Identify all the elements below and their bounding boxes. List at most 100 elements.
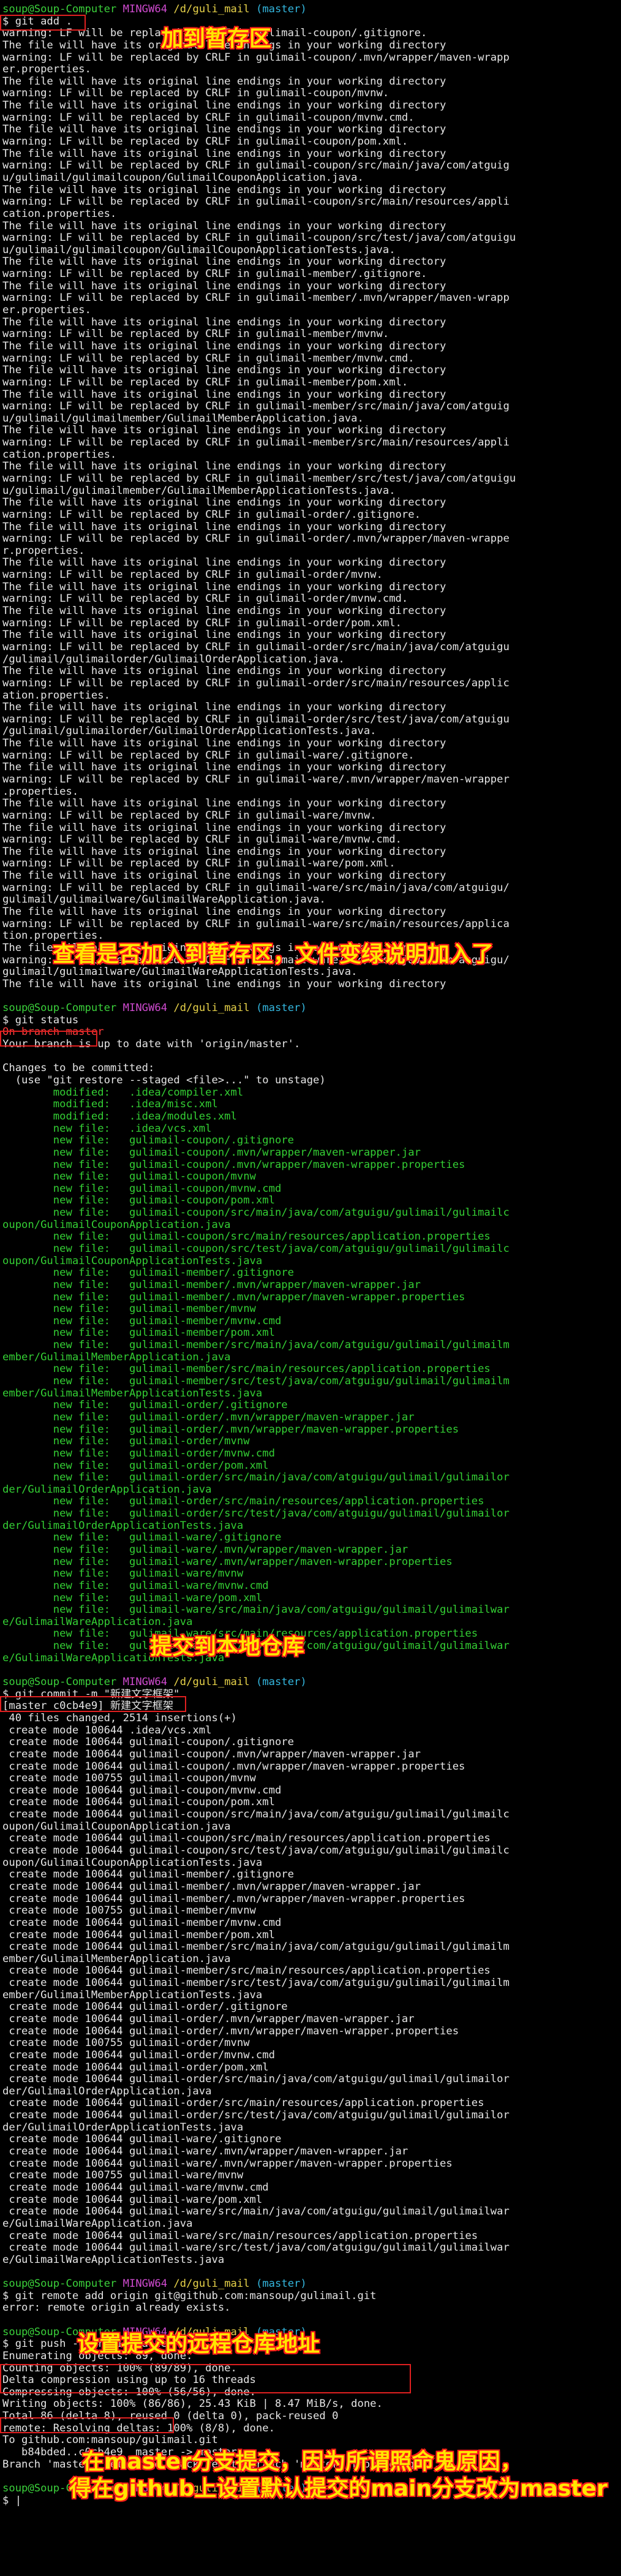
output-line: warning: LF will be replaced by CRLF in … xyxy=(2,196,510,208)
output-line: create mode 100644 gulimail-coupon/pom.x… xyxy=(2,1797,275,1809)
output-line: warning: LF will be replaced by CRLF in … xyxy=(2,774,510,786)
output-line: The file will have its original line end… xyxy=(2,581,446,593)
output-line: error: remote origin already exists. xyxy=(2,2302,231,2314)
output-line: warning: LF will be replaced by CRLF in … xyxy=(2,376,408,388)
output-line: new file: gulimail-order/mvnw.cmd xyxy=(2,1447,275,1460)
output-line: The file will have its original line end… xyxy=(2,100,446,112)
output-line: warning: LF will be replaced by CRLF in … xyxy=(2,160,510,172)
output-line: create mode 100644 gulimail-order/.gitig… xyxy=(2,2001,288,2013)
output-line: oupon/GulimailCouponApplication.java xyxy=(2,1219,231,1231)
prompt-env: MINGW64 xyxy=(122,1002,168,1015)
annotation-remote: 设置提交的远程仓库地址 xyxy=(77,2332,320,2357)
output-line: (use "git restore --staged <file>..." to… xyxy=(2,1075,326,1087)
output-line: create mode 100644 gulimail-member/.mvn/… xyxy=(2,1893,465,1905)
output-line: create mode 100644 gulimail-coupon/mvnw.… xyxy=(2,1784,282,1797)
output-line: der/GulimailOrderApplicationTests.java xyxy=(2,1520,244,1532)
output-line: new file: gulimail-order/.gitignore xyxy=(2,1400,288,1412)
output-line: warning: LF will be replaced by CRLF in … xyxy=(2,232,516,244)
output-line: The file will have its original line end… xyxy=(2,846,446,858)
output-line: create mode 100644 gulimail-member/mvnw.… xyxy=(2,1917,282,1929)
output-line: new file: gulimail-ware/src/main/java/co… xyxy=(2,1604,510,1616)
output-line: cation.properties. xyxy=(2,208,117,220)
output-line: warning: LF will be replaced by CRLF in … xyxy=(2,292,510,305)
output-line: new file: gulimail-coupon/src/main/resou… xyxy=(2,1231,491,1243)
output-line: The file will have its original line end… xyxy=(2,340,446,352)
output-line: modified: .idea/modules.xml xyxy=(2,1110,237,1123)
output-line: The file will have its original line end… xyxy=(2,148,446,160)
output-line: create mode 100644 gulimail-ware/mvnw.cm… xyxy=(2,2181,269,2194)
output-line: new file: gulimail-order/src/main/java/c… xyxy=(2,1472,510,1484)
output-line: The file will have its original line end… xyxy=(2,762,446,774)
annotation-push-line2: 得在github上设置默认提交的main分支改为master xyxy=(69,2476,608,2501)
output-line: The file will have its original line end… xyxy=(2,256,446,268)
output-line: modified: .idea/compiler.xml xyxy=(2,1086,244,1099)
output-line: create mode 100644 gulimail-member/src/m… xyxy=(2,1965,491,1977)
output-line: ember/GulimailMemberApplicationTests.jav… xyxy=(2,1387,263,1400)
output-line: create mode 100644 gulimail-order/.mvn/w… xyxy=(2,2025,459,2037)
output-line: On branch master xyxy=(2,1026,104,1039)
output-line: cation.properties. xyxy=(2,449,117,461)
output-line: create mode 100644 gulimail-order/src/te… xyxy=(2,2110,510,2122)
output-line: The file will have its original line end… xyxy=(2,75,446,88)
output-line: gulimail/gulimailware/GulimailWareApplic… xyxy=(2,966,358,979)
prompt-branch: (master) xyxy=(255,1002,307,1015)
output-line: Compressing objects: 100% (56/56), done. xyxy=(2,2386,256,2398)
output-line: warning: LF will be replaced by CRLF in … xyxy=(2,713,510,725)
output-line: create mode 100644 gulimail-ware/.gitign… xyxy=(2,2134,282,2146)
output-line: remote: Resolving deltas: 100% (8/8), do… xyxy=(2,2422,275,2434)
output-line: new file: gulimail-member/.mvn/wrapper/m… xyxy=(2,1291,465,1303)
output-line: The file will have its original line end… xyxy=(2,906,446,919)
output-line: new file: gulimail-ware/pom.xml xyxy=(2,1592,263,1604)
prompt-path: /d/guli_mail xyxy=(173,2278,250,2290)
output-line: create mode 100755 gulimail-coupon/mvnw xyxy=(2,1773,256,1785)
output-line: Writing objects: 100% (86/86), 25.43 KiB… xyxy=(2,2398,383,2411)
output-line: warning: LF will be replaced by CRLF in … xyxy=(2,51,510,64)
output-line: The file will have its original line end… xyxy=(2,557,446,569)
output-line: e/GulimailWareApplication.java xyxy=(2,1616,193,1628)
output-line: The file will have its original line end… xyxy=(2,316,446,328)
prompt-branch: (master) xyxy=(255,2278,307,2290)
output-line: create mode 100644 gulimail-order/src/ma… xyxy=(2,2097,484,2110)
output-line: The file will have its original line end… xyxy=(2,497,446,509)
output-line: create mode 100644 gulimail-coupon/src/t… xyxy=(2,1845,510,1857)
output-line: warning: LF will be replaced by CRLF in … xyxy=(2,28,427,40)
shell-prompt: soup@Soup-Computer MINGW64 /d/guli_mail … xyxy=(2,1002,619,1015)
output-line: create mode 100644 gulimail-coupon/.mvn/… xyxy=(2,1748,421,1760)
output-line: new file: gulimail-ware/mvnw xyxy=(2,1568,244,1580)
command-line: $ git add . xyxy=(2,15,72,28)
output-line: warning: LF will be replaced by CRLF in … xyxy=(2,533,510,545)
output-line: der/GulimailOrderApplicationTests.java xyxy=(2,2121,244,2134)
output-line: warning: LF will be replaced by CRLF in … xyxy=(2,352,415,365)
output-line: create mode 100644 gulimail-ware/pom.xml xyxy=(2,2194,263,2206)
output-line: The file will have its original line end… xyxy=(2,220,446,232)
output-line: new file: gulimail-member/mvnw xyxy=(2,1303,256,1316)
terminal-window[interactable]: soup@Soup-Computer MINGW64 /d/guli_mail … xyxy=(0,0,621,2576)
output-line: ember/GulimailMemberApplication.java xyxy=(2,1351,231,1363)
output-line: new file: gulimail-coupon/src/test/java/… xyxy=(2,1243,510,1255)
prompt-user: soup@Soup-Computer xyxy=(2,1002,117,1015)
output-line: The file will have its original line end… xyxy=(2,461,446,473)
output-line: warning: LF will be replaced by CRLF in … xyxy=(2,617,402,629)
prompt-env: MINGW64 xyxy=(122,4,168,15)
output-line: create mode 100644 gulimail-coupon/.mvn/… xyxy=(2,1760,465,1773)
output-line: e/GulimailWareApplicationTests.java xyxy=(2,2254,225,2266)
output-line: warning: LF will be replaced by CRLF in … xyxy=(2,88,390,100)
output-line: warning: LF will be replaced by CRLF in … xyxy=(2,593,408,605)
output-line: The file will have its original line end… xyxy=(2,978,446,990)
prompt-branch: (master) xyxy=(255,1676,307,1689)
output-line: oupon/GulimailCouponApplicationTests.jav… xyxy=(2,1255,263,1267)
output-line: The file will have its original line end… xyxy=(2,665,446,678)
output-line: new file: gulimail-order/.mvn/wrapper/ma… xyxy=(2,1411,415,1423)
output-line: create mode 100644 gulimail-order/.mvn/w… xyxy=(2,2013,415,2025)
output-line: create mode 100644 gulimail-member/.mvn/… xyxy=(2,1881,421,1893)
output-line: new file: gulimail-coupon/mvnw.cmd xyxy=(2,1183,282,1195)
output-line: The file will have its original line end… xyxy=(2,388,446,401)
output-line: new file: gulimail-order/src/main/resour… xyxy=(2,1496,484,1508)
output-line: The file will have its original line end… xyxy=(2,521,446,533)
output-line: create mode 100644 gulimail-order/src/ma… xyxy=(2,2074,510,2086)
output-line: create mode 100644 gulimail-order/mvnw.c… xyxy=(2,2049,275,2061)
command-line: $ git commit -m "新建文字框架" xyxy=(2,1688,180,1700)
